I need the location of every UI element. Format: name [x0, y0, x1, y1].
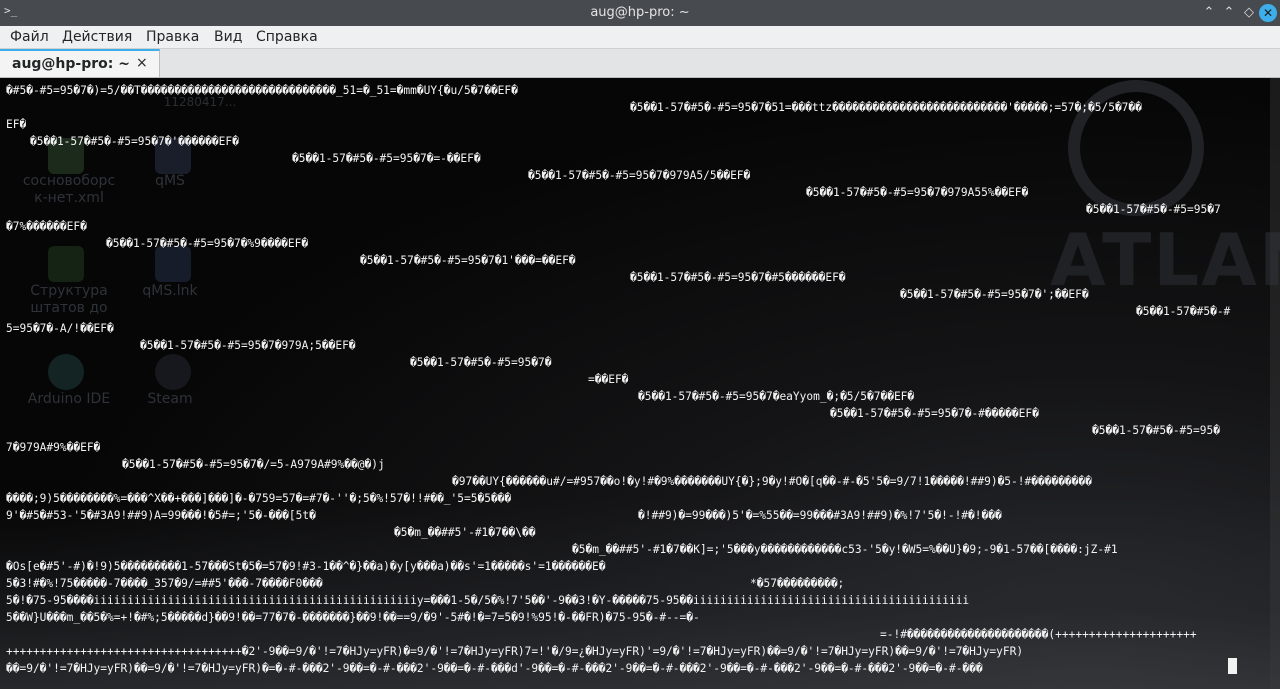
menu-actions[interactable]: Действия [62, 29, 132, 45]
terminal-line: �5��1-57�#5�-#5=95�7�979A5/5��EF� [528, 169, 751, 182]
desktop-icon-label: Структура штатов до [30, 283, 108, 316]
desktop-icon-label: qMS [155, 173, 185, 189]
title-bar[interactable]: >_ aug@hp-pro: ~ ⌃ ⌃ ◇ ✕ [0, 0, 1280, 26]
terminal-line: �5��1-57�#5�-# [1136, 305, 1231, 318]
terminal-line: *�57���������; [750, 577, 845, 590]
terminal-line: �5��1-57�#5�-#5=95� [1092, 424, 1220, 437]
terminal-line: 5�!�75-95����iiiiiiiiiiiiiiiiiiiiiiiiiii… [6, 594, 970, 607]
keep-above-icon[interactable]: ◇ [1240, 4, 1258, 22]
terminal-line: 5��W}U���m_��5�%=+!�#%;5�����d}��9!��=77… [6, 611, 700, 624]
terminal-line: �5��1-57�#5�-#5=95�7�/=5-A979A#9%��@�)j [122, 458, 385, 471]
terminal-line: �5��1-57�#5�-#5=95�7� [410, 356, 552, 369]
terminal-line: �5��1-57�#5�-#5=95�7�#5������EF� [630, 271, 846, 284]
menu-help[interactable]: Справка [256, 29, 318, 45]
tab-label: aug@hp-pro: ~ [12, 56, 130, 72]
close-icon[interactable]: ✕ [1259, 4, 1277, 22]
terminal-scrollbar[interactable] [1270, 78, 1280, 689]
terminal-line: �5��1-57�#5�-#5=95�7�1'���=��EF� [360, 254, 576, 267]
terminal-line: �5��1-57�#5�-#5=95�7�51=���ttz����������… [630, 101, 1142, 114]
terminal-window: >_ aug@hp-pro: ~ ⌃ ⌃ ◇ ✕ Файл Действия П… [0, 0, 1280, 689]
terminal-line: 5=95�7�-A/!��EF� [6, 322, 114, 335]
menu-file[interactable]: Файл [10, 29, 49, 45]
terminal-line: �5��1-57�#5�-#5=95�7�eaYyom_�;�5/5�7��EF… [638, 390, 915, 403]
terminal-line: �5��1-57�#5�-#5=95�7 [1086, 203, 1221, 216]
terminal-line: �5��1-57�#5�-#5=95�7�979A55%��EF� [806, 186, 1029, 199]
arduino-icon [48, 354, 84, 390]
spreadsheet-icon [48, 246, 84, 282]
terminal-line: �5��1-57�#5�-#5=95�7�'������EF� [30, 135, 239, 148]
terminal-line: =-!#���������������������(++++++++++++++… [880, 628, 1197, 641]
terminal-line: �5��1-57�#5�-#5=95�7�-#�����EF� [830, 407, 1039, 420]
terminal-line: �!##9)�=99���)5'�=%55��=99���#3A9!##9)�%… [638, 509, 1002, 522]
tab-bar: aug@hp-pro: ~ × [0, 49, 1280, 78]
desktop-icon-label: qMS.lnk [142, 283, 198, 299]
terminal-line: ����;9)5��������%=���^X��+���]���]�-�759… [6, 492, 512, 505]
terminal-line: �Os[e�#5'-#)�!9)5���������1-57���St�5�=5… [6, 560, 606, 573]
terminal-line: +++++++++++++++++++++++++++++++++++�2'-9… [6, 645, 1024, 658]
terminal-line: �#5�-#5=95�7�)=5/��T��������������������… [6, 84, 518, 97]
terminal-line: 7�979A#9%��EF� [6, 441, 101, 454]
menu-view[interactable]: Вид [214, 29, 242, 45]
text-cursor [1228, 658, 1237, 674]
terminal-line: �5��1-57�#5�-#5=95�7�979A;5��EF� [140, 339, 356, 352]
terminal-line: =��EF� [588, 373, 629, 386]
terminal-output[interactable]: ATLANT сосновоборс к-нет.xml qMS 1128041… [0, 78, 1280, 689]
terminal-line: �97��UY{������u#/=#957��o!�y!#�9%�������… [452, 475, 1092, 488]
terminal-line: �5�m_��##5'-#1�7��K]=;'5���y������������… [572, 543, 1118, 556]
steam-icon [155, 354, 191, 390]
tab-session[interactable]: aug@hp-pro: ~ × [0, 49, 160, 77]
maximize-icon[interactable]: ⌃ [1220, 4, 1238, 22]
terminal-line: �7%������EF� [6, 220, 87, 233]
desktop-icon-label: сосновоборс к-нет.xml [22, 173, 116, 206]
terminal-line: �5��1-57�#5�-#5=95�7�';��EF� [900, 288, 1089, 301]
terminal-line: 9'�#5�#53-'5�#3A9!##9)A=99���!�5#=;'5�-�… [6, 509, 316, 522]
terminal-line: �5��1-57�#5�-#5=95�7�=-��EF� [292, 152, 481, 165]
window-title: aug@hp-pro: ~ [590, 5, 690, 20]
terminal-line: ��=9/�'!=7�HJy=yFR)��=9/�'!=7�HJy=yFR)�=… [6, 662, 983, 675]
tab-close-icon[interactable]: × [136, 55, 148, 71]
terminal-line: �5�m_��##5'-#1�7��\�� [394, 526, 536, 539]
desktop-icon-label: Steam [147, 391, 193, 407]
terminal-line: �5��1-57�#5�-#5=95�7�%9����EF� [106, 237, 309, 250]
menu-edit[interactable]: Правка [146, 29, 199, 45]
menu-bar: Файл Действия Правка Вид Справка [0, 26, 1280, 49]
minimize-arrow-icon[interactable]: ⌃ [1200, 4, 1218, 22]
desktop-icon-label: Arduino IDE [27, 391, 111, 407]
terminal-line: EF� [6, 118, 27, 131]
terminal-line: 5�3!#�%!75�����-7����_357�9/=##5'���-7��… [6, 577, 323, 590]
